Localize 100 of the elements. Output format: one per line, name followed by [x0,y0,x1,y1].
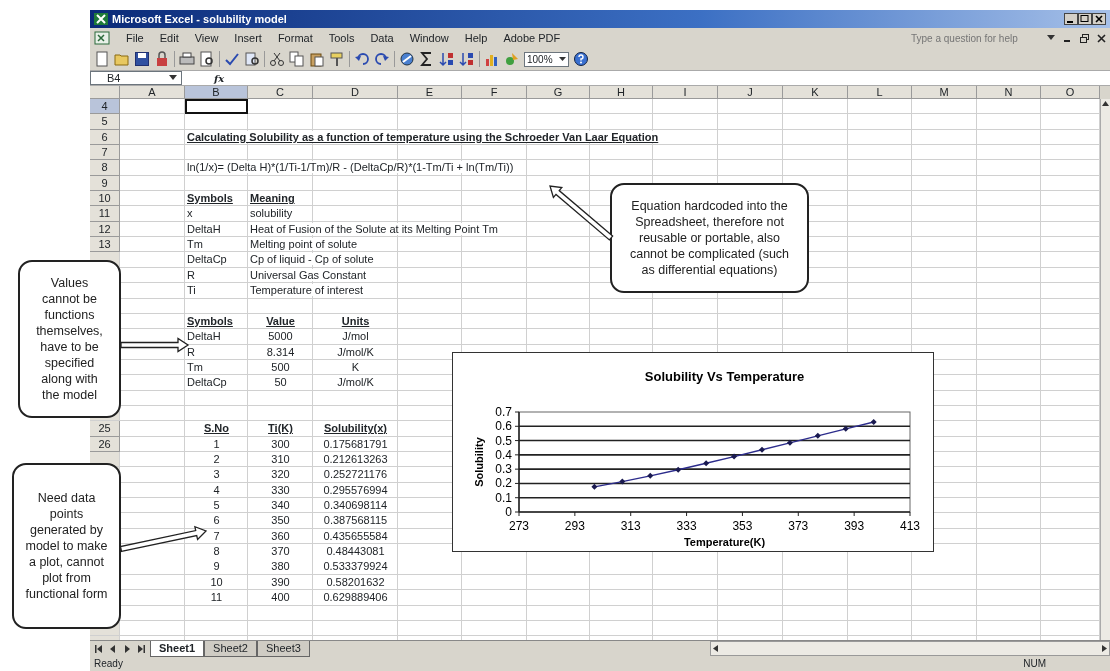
row-header[interactable]: 10 [90,191,120,207]
help-search-field[interactable]: Type a question for help [909,29,1039,47]
cell-text: 3 [213,468,220,481]
sort-descending-icon[interactable] [459,51,475,67]
cell-text: 2 [213,452,220,465]
redo-icon[interactable] [374,51,390,67]
horizontal-scrollbar[interactable] [710,641,1110,656]
column-header[interactable]: J [718,86,783,99]
column-header[interactable]: G [527,86,590,99]
copy-icon[interactable] [289,51,305,67]
column-header[interactable]: K [783,86,848,99]
menu-item[interactable]: Tools [328,29,355,47]
save-icon[interactable] [134,51,150,67]
insert-function-button[interactable]: fx [214,70,225,86]
sheet-tab[interactable]: Sheet3 [256,641,310,657]
data-point [647,472,654,479]
column-header[interactable]: C [248,86,313,99]
lock-icon[interactable] [154,51,170,67]
cell-text: 0.295576994 [323,483,388,496]
dropdown-caret-icon[interactable] [1047,35,1055,41]
column-header[interactable]: D [313,86,398,99]
cell-text: Tm [187,360,203,373]
row-header[interactable]: 5 [90,114,120,130]
cell-text: 310 [271,452,290,465]
tick-label: 353 [732,519,753,533]
document-icon[interactable] [94,31,110,45]
column-heading: Value [266,314,295,327]
column-header[interactable]: M [912,86,977,99]
close-window-icon[interactable] [1097,33,1106,43]
print-icon[interactable] [179,51,195,67]
column-heading: Symbols [187,314,233,327]
row-header[interactable]: 7 [90,145,120,161]
cell-text: Heat of Fusion of the Solute at its Melting Point Tm [250,222,499,235]
menu-item[interactable]: Format [277,29,313,47]
cell-text: Temperature of interest [250,284,364,297]
data-point [591,483,598,490]
tick-label: 393 [844,519,865,533]
column-header[interactable]: E [398,86,462,99]
sort-ascending-icon[interactable] [439,51,455,67]
cell-text: DeltaH [187,222,221,235]
minimize-button[interactable] [1064,13,1078,25]
first-sheet-icon[interactable] [94,644,104,654]
column-header[interactable]: F [462,86,527,99]
menu-item[interactable]: View [194,29,219,47]
new-document-icon[interactable] [94,51,110,67]
column-header[interactable]: B [185,86,248,99]
axis-title: Temperature(K) [683,536,766,548]
help-icon[interactable] [572,51,589,67]
next-sheet-icon[interactable] [122,644,132,654]
active-cell[interactable] [185,99,248,115]
cell-text: ln(1/x)= (Delta H)*(1/Ti-1/Tm)/R - (DeltaCp/R)*(1-Tm/Ti + ln(Tm/Ti)) [187,161,514,174]
cell-text: 7 [213,529,220,542]
row-header[interactable]: 4 [90,99,120,115]
sheet-tab[interactable]: Sheet2 [204,641,257,657]
data-point [619,478,626,485]
cell-text: 0.252721176 [323,468,388,481]
row-header[interactable]: 11 [90,206,120,222]
cell-text: 360 [271,529,290,542]
maximize-button[interactable] [1078,13,1092,25]
column-header[interactable]: N [977,86,1041,99]
menu-item[interactable]: Edit [159,29,179,47]
cell-text: 5 [213,498,220,511]
paste-icon[interactable] [309,51,325,67]
restore-window-icon[interactable] [1080,33,1089,43]
cell-text: 4 [213,483,220,496]
undo-icon[interactable] [354,51,370,67]
dropdown-caret-icon[interactable] [558,56,566,62]
zoom-dropdown[interactable]: 100% [524,51,569,67]
cell-text: DeltaH [187,330,221,343]
column-header[interactable]: L [848,86,912,99]
column-header[interactable]: O [1041,86,1100,99]
callout-note: Values cannot be functions themselves, have to be specified along with the model [18,260,121,418]
menu-item[interactable]: Insert [234,29,262,47]
cell-text: 6 [213,514,220,527]
column-header[interactable]: A [120,86,185,99]
dropdown-caret-icon[interactable] [169,75,177,81]
menu-item[interactable]: Window [409,29,449,47]
cell-text: 0.435655584 [323,529,388,542]
format-painter-icon[interactable] [329,51,345,67]
scroll-up-icon[interactable] [1101,99,1110,108]
sheet-tab[interactable]: Sheet1 [150,641,205,657]
column-header[interactable]: H [590,86,653,99]
previous-sheet-icon[interactable] [108,644,118,654]
last-sheet-icon[interactable] [136,644,146,654]
print-preview-icon[interactable] [199,51,215,67]
close-button[interactable] [1092,13,1106,25]
menu-item[interactable]: File [126,29,144,47]
name-box[interactable]: B4 [90,71,182,85]
tick-label: 373 [788,519,809,533]
row-header[interactable]: 25 [90,421,120,437]
row-header[interactable]: 8 [90,160,120,176]
scroll-right-icon[interactable] [1099,644,1109,653]
menu-item[interactable]: Adobe PDF [503,29,561,47]
menu-item[interactable]: Help [464,29,488,47]
column-header[interactable]: I [653,86,718,99]
scroll-left-icon[interactable] [711,644,721,653]
cut-icon[interactable] [269,51,285,67]
vertical-scrollbar[interactable] [1100,99,1110,640]
menu-item[interactable]: Data [370,29,394,47]
row-header[interactable]: 13 [90,237,120,253]
